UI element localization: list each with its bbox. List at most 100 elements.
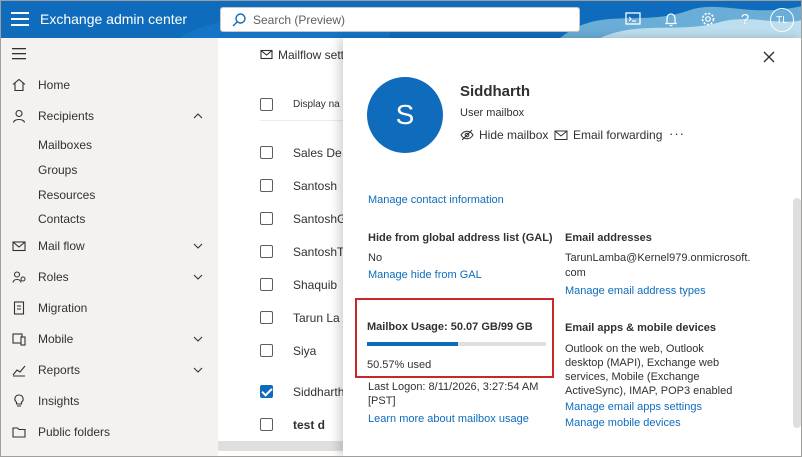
app-grid-icon[interactable]: [11, 11, 29, 27]
table-row[interactable]: Santosh: [260, 169, 350, 202]
mailbox-details-panel: S Siddharth User mailbox Hide mailbox Em…: [343, 38, 802, 457]
panel-scrollbar[interactable]: [793, 198, 801, 428]
row-checkbox[interactable]: [260, 179, 273, 192]
bell-icon[interactable]: [660, 8, 682, 30]
email-forwarding-label: Email forwarding: [573, 128, 663, 142]
sidebar-subitem-mailboxes[interactable]: Mailboxes: [38, 138, 92, 152]
table-row[interactable]: Sales De: [260, 136, 350, 169]
mailflow-settings-button[interactable]: Mailflow setti: [260, 48, 347, 62]
sidebar-item-public-folders[interactable]: Public folders: [0, 417, 218, 447]
insights-icon: [11, 393, 27, 409]
row-checkbox[interactable]: [260, 278, 273, 291]
row-display-name[interactable]: Santosh: [293, 179, 337, 193]
user-avatar[interactable]: TL: [770, 8, 794, 32]
select-all-checkbox[interactable]: [260, 98, 273, 111]
email-forwarding-button[interactable]: Email forwarding: [554, 128, 662, 142]
row-display-name[interactable]: Tarun La: [293, 311, 340, 325]
sidebar-subitem-contacts[interactable]: Contacts: [38, 212, 85, 226]
row-display-name[interactable]: Shaquib: [293, 278, 337, 292]
home-icon: [11, 77, 27, 93]
user-avatar-large: S: [367, 77, 443, 153]
mail-forward-icon: [554, 130, 568, 140]
mail-icon: [11, 238, 27, 254]
mailbox-usage-highlight: Mailbox Usage: 50.07 GB/99 GB 50.57% use…: [355, 298, 554, 378]
row-display-name[interactable]: Siddharth: [293, 385, 344, 399]
sidebar-item-migration[interactable]: Migration: [0, 293, 218, 323]
usage-progress-bar: [367, 342, 546, 346]
row-display-name[interactable]: Siya: [293, 344, 316, 358]
manage-contact-link[interactable]: Manage contact information: [368, 194, 504, 206]
more-actions-icon[interactable]: ···: [669, 126, 685, 141]
last-logon-line2: [PST]: [368, 395, 396, 407]
last-logon-line1: Last Logon: 8/11/2026, 3:27:54 AM: [368, 381, 539, 393]
email-address-line2: com: [565, 267, 586, 279]
row-checkbox[interactable]: [260, 245, 273, 258]
manage-gal-link[interactable]: Manage hide from GAL: [368, 269, 482, 281]
sidebar-item-mail-flow[interactable]: Mail flow: [0, 231, 218, 261]
sidebar-item-reports[interactable]: Reports: [0, 355, 218, 385]
sidebar-item-mobile[interactable]: Mobile: [0, 324, 218, 354]
usage-percent-text: 50.57% used: [367, 359, 432, 371]
manage-email-apps-link[interactable]: Manage email apps settings: [565, 401, 702, 413]
chevron-up-icon: [193, 113, 203, 119]
sidebar-subitem-resources[interactable]: Resources: [38, 188, 95, 202]
search-input[interactable]: [253, 11, 563, 29]
usage-progress-fill: [367, 342, 458, 346]
table-row[interactable]: SantoshT: [260, 235, 350, 268]
mail-settings-icon: [260, 49, 273, 60]
row-display-name[interactable]: test d: [293, 418, 325, 432]
table-row[interactable]: Shaquib: [260, 268, 350, 301]
app-title[interactable]: Exchange admin center: [40, 11, 187, 27]
migration-icon: [11, 300, 27, 316]
row-display-name[interactable]: Sales De: [293, 146, 342, 160]
mailbox-usage-link[interactable]: Learn more about mailbox usage: [368, 413, 529, 425]
sidebar-item-label: Roles: [38, 270, 69, 284]
sidebar-item-label: Home: [38, 78, 71, 92]
sidebar-item-label: Public folders: [38, 425, 111, 439]
horizontal-scrollbar[interactable]: [218, 441, 344, 451]
gear-icon[interactable]: [697, 8, 719, 30]
sidebar-item-home[interactable]: Home: [0, 70, 218, 100]
row-display-name[interactable]: SantoshG: [293, 212, 346, 226]
sidebar-item-roles[interactable]: Roles: [0, 262, 218, 292]
row-checkbox[interactable]: [260, 311, 273, 324]
table-row[interactable]: SantoshG: [260, 202, 350, 235]
cloud-shell-icon[interactable]: [622, 8, 644, 30]
row-checkbox[interactable]: [260, 212, 273, 225]
table-row[interactable]: test d: [260, 408, 350, 441]
row-checkbox[interactable]: [260, 344, 273, 357]
row-checkbox[interactable]: [260, 418, 273, 431]
close-icon[interactable]: [761, 49, 777, 65]
row-checkbox[interactable]: [260, 146, 273, 159]
sidebar-item-insights[interactable]: Insights: [0, 386, 218, 416]
help-icon[interactable]: ?: [734, 8, 756, 30]
row-checkbox-checked[interactable]: [260, 385, 273, 398]
email-addresses-title: Email addresses: [565, 232, 652, 244]
row-display-name[interactable]: SantoshT: [293, 245, 344, 259]
table-row-selected[interactable]: Siddharth: [260, 375, 350, 408]
search-icon: [232, 13, 246, 27]
gal-section-title: Hide from global address list (GAL): [368, 232, 553, 244]
hide-mailbox-label: Hide mailbox: [479, 128, 549, 142]
sidebar-item-label: Mail flow: [38, 239, 85, 253]
mailbox-type: User mailbox: [460, 107, 525, 119]
sidebar-item-recipients[interactable]: Recipients: [0, 101, 218, 131]
sidebar-subitem-groups[interactable]: Groups: [38, 163, 77, 177]
folder-icon: [11, 424, 27, 440]
sidebar-item-label: Recipients: [38, 109, 95, 123]
email-address-line1: TarunLamba@Kernel979.onmicrosoft.: [565, 252, 751, 264]
sidebar: Home Recipients Mailboxes Groups Resourc…: [0, 38, 218, 457]
table-row[interactable]: Tarun La: [260, 301, 350, 334]
reports-icon: [11, 362, 27, 378]
hamburger-icon[interactable]: [12, 48, 26, 60]
manage-mobile-devices-link[interactable]: Manage mobile devices: [565, 417, 681, 429]
table-row[interactable]: Siya: [260, 334, 350, 367]
hide-mailbox-button[interactable]: Hide mailbox: [460, 128, 548, 142]
header-divider: [260, 120, 350, 121]
manage-email-types-link[interactable]: Manage email address types: [565, 285, 706, 297]
sidebar-item-label: Insights: [38, 394, 80, 408]
column-header-display-name[interactable]: Display na: [293, 99, 340, 110]
mailbox-usage-title: Mailbox Usage: 50.07 GB/99 GB: [367, 321, 533, 333]
mobile-icon: [11, 331, 27, 347]
search-box[interactable]: [220, 7, 580, 32]
